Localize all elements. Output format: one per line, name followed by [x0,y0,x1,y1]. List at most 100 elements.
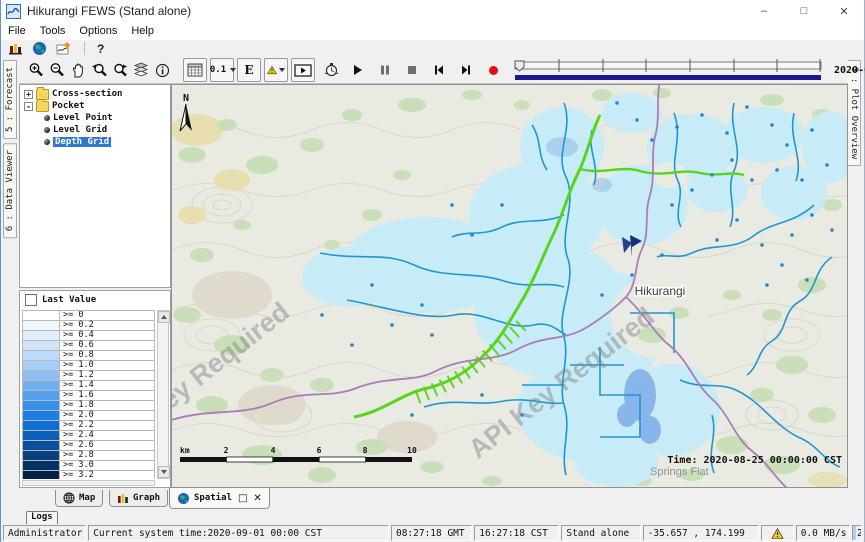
globe-button[interactable] [32,41,47,56]
timeseries-chart-button[interactable] [56,41,72,56]
map-canvas[interactable]: API Key Required API Key Required Hikura… [172,85,848,488]
legend-swatch [23,371,60,380]
bar-chart-button[interactable] [8,41,23,56]
legend-label: >= 2.4 [60,431,154,440]
legend-label: >= 1.2 [60,371,154,380]
status-memory[interactable]: 2.5 GB [852,525,862,541]
legend-label: >= 1.0 [60,361,154,370]
legend-swatch [23,391,60,400]
legend-label: >= 0.4 [60,331,154,340]
zoom-out-button[interactable] [48,59,66,81]
tree-item-label: Pocket [52,101,85,111]
classify-button[interactable]: E [237,58,261,82]
zoom-previous-button[interactable] [90,59,108,81]
bar-chart-icon [117,492,129,504]
status-coordinates: -35.657 , 174.199 [643,525,759,541]
close-button[interactable]: ✕ [824,0,864,22]
stop-button[interactable] [403,59,421,81]
interval-dropdown[interactable]: 0.1 [210,58,234,82]
tab-map[interactable]: Map [55,490,103,507]
legend-swatch [23,421,60,430]
menu-file[interactable]: File [1,25,33,37]
grid-button[interactable] [183,58,207,82]
expand-icon[interactable]: + [24,90,33,99]
timer-button[interactable] [322,59,340,81]
tree-item-label-selected: Depth Grid [53,137,111,147]
tree-item-label: Level Point [53,113,113,123]
warning-dropdown[interactable] [264,58,288,82]
legend-swatch [23,311,60,320]
tree-item-pocket[interactable]: - Pocket [20,100,170,112]
step-forward-button[interactable] [457,59,475,81]
tab-plot-overview[interactable]: 3 : Plot Overview [847,60,861,166]
legend-label: >= 2.2 [60,421,154,430]
tab-graph-label: Graph [133,493,160,503]
svg-text:N: N [183,93,189,104]
step-back-button[interactable] [430,59,448,81]
pan-button[interactable] [69,59,87,81]
last-value-checkbox[interactable] [25,294,37,306]
right-tab-strip: 3 : Plot Overview [846,57,864,488]
globe-icon [177,492,190,505]
scroll-down-icon[interactable] [158,466,170,478]
tree-item-level-grid[interactable]: Level Grid [20,124,170,136]
status-warning[interactable] [761,525,794,541]
legend-row[interactable]: >= 3.2 [22,471,155,479]
animate-button[interactable] [291,58,315,82]
menu-help[interactable]: Help [124,25,161,37]
legend-scrollbar[interactable] [157,310,169,479]
tab-data-viewer[interactable]: 6 : Data Viewer [3,143,17,238]
globe-grid-icon [63,492,75,504]
info-button[interactable] [153,59,171,81]
bullet-icon [44,127,50,133]
tab-spatial[interactable]: Spatial □ ✕ [169,488,270,509]
status-system-time: Current system time:2020-09-01 00:00 CST [88,525,389,541]
legend-panel: Last Value >= 0>= 0.2>= 0.4>= 0.6>= 0.8>… [19,290,171,488]
legend-label: >= 1.6 [60,391,154,400]
map-view[interactable]: API Key Required API Key Required Hikura… [171,84,848,488]
tree-item-level-point[interactable]: Level Point [20,112,170,124]
tree-item-depth-grid[interactable]: Depth Grid [20,136,170,148]
svg-text:6: 6 [317,446,322,455]
legend-swatch [23,471,60,479]
legend-label: >= 0.8 [60,351,154,360]
legend-swatch [23,401,60,410]
legend-hscrollbar[interactable] [22,480,155,486]
help-button[interactable]: ? [97,42,104,56]
maximize-button[interactable]: □ [784,0,824,22]
menu-tools[interactable]: Tools [33,25,73,37]
minimize-button[interactable]: – [744,0,784,22]
svg-text:10: 10 [407,446,417,455]
status-local-time: 16:27:18 CST [474,525,559,541]
zoom-next-button[interactable] [111,59,129,81]
current-datetime-label: 2020-08-25 00:00:00 CST [834,65,865,76]
legend-swatch [23,441,60,450]
pause-button[interactable] [376,59,394,81]
close-icon[interactable]: ✕ [253,493,261,504]
menu-options[interactable]: Options [72,25,124,37]
classify-label: E [244,63,253,77]
layers-button[interactable] [132,59,150,81]
legend-swatch [23,411,60,420]
restore-icon[interactable]: □ [238,493,247,504]
map-toolbar: 0.1 E [19,57,848,84]
tab-graph[interactable]: Graph [109,490,168,507]
tab-forecast[interactable]: 5 : Forecast [3,60,17,139]
status-bar: Administrator Current system time:2020-0… [1,524,864,542]
folder-open-icon [36,101,49,112]
logs-button[interactable]: Logs [26,511,58,525]
legend-label: >= 2.0 [60,411,154,420]
collapse-icon[interactable]: - [24,102,33,111]
time-slider[interactable] [513,57,825,83]
scroll-up-icon[interactable] [158,311,170,323]
legend-swatch [23,321,60,330]
svg-text:2: 2 [224,446,229,455]
zoom-in-button[interactable] [27,59,45,81]
last-value-row: Last Value [20,291,170,308]
record-button[interactable] [484,59,502,81]
bottom-tab-bar: Map Graph Spatial □ ✕ [1,488,864,511]
tree-item-label: Cross-section [52,89,122,99]
left-tab-strip: 5 : Forecast 6 : Data Viewer [1,57,19,488]
menu-bar: File Tools Options Help [1,22,864,41]
play-button[interactable] [349,59,367,81]
